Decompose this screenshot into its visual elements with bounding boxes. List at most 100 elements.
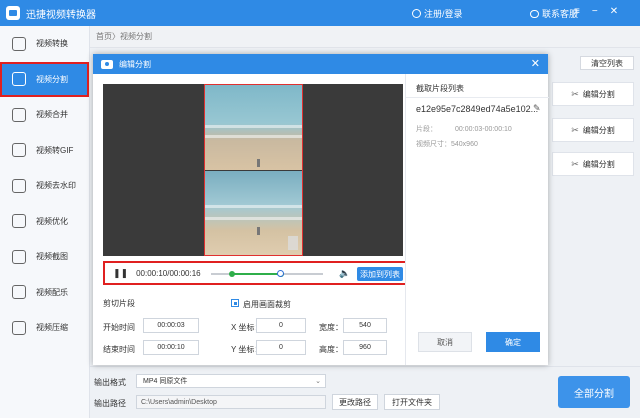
scissors-icon: ✂ xyxy=(571,124,579,135)
edit-split-label: 编辑分割 xyxy=(582,89,615,99)
start-time-label: 开始时间 xyxy=(103,323,135,332)
login-link[interactable]: 注册/登录 xyxy=(412,7,463,20)
crop-enable-checkbox[interactable] xyxy=(231,299,239,307)
clip-list-panel: 截取片段列表 e12e95e7c2849ed74a5e102... ✎ 片段： 0… xyxy=(405,74,549,365)
minimize-icon[interactable]: − xyxy=(592,6,598,17)
sidebar-item-label: 视频截图 xyxy=(36,252,68,262)
playhead-handle[interactable] xyxy=(277,270,284,277)
x-coord-input[interactable]: 0 xyxy=(256,318,306,333)
confirm-button[interactable]: 确定 xyxy=(486,332,540,352)
split-all-label: 全部分割 xyxy=(574,388,614,400)
width-label: 宽度： xyxy=(319,323,343,332)
pause-icon[interactable]: ❚❚ xyxy=(113,268,128,279)
open-folder-button[interactable]: 打开文件夹 xyxy=(384,394,440,410)
sidebar-item-label: 视频分割 xyxy=(36,74,68,84)
start-time-value: 00:00:03 xyxy=(157,322,185,329)
clear-list-label: 清空列表 xyxy=(591,58,623,68)
clear-list-button[interactable]: 清空列表 xyxy=(580,56,634,70)
x-coord-value: 0 xyxy=(279,322,283,329)
sidebar-item-video-optimize[interactable]: 视频优化 xyxy=(0,204,89,240)
blurred-watermark xyxy=(288,236,298,250)
music-icon xyxy=(12,285,26,300)
clip-file-name: e12e95e7c2849ed74a5e102... xyxy=(416,104,539,114)
login-label: 注册/登录 xyxy=(424,9,463,19)
app-title: 迅捷视频转换器 xyxy=(26,9,96,21)
breadcrumb-text: 首页〉视频分割 xyxy=(96,32,152,41)
sidebar-item-remove-watermark[interactable]: 视频去水印 xyxy=(0,168,89,204)
crop-region[interactable] xyxy=(204,84,303,256)
dialog-title: 编辑分割 xyxy=(119,59,151,69)
clip-section-title: 剪切片段 xyxy=(103,299,135,308)
video-preview xyxy=(103,84,403,256)
contact-support-link[interactable]: 联系客服 xyxy=(530,7,578,20)
start-handle[interactable] xyxy=(229,271,235,277)
sidebar-item-video-split[interactable]: 视频分割 xyxy=(0,61,89,97)
path-value: C:\Users\admin\Desktop xyxy=(141,398,217,406)
pencil-icon[interactable]: ✎ xyxy=(533,103,541,114)
close-icon[interactable]: ✕ xyxy=(531,57,540,70)
divider xyxy=(406,97,549,98)
video-split-icon xyxy=(12,72,26,87)
sidebar-item-label: 视频转换 xyxy=(36,39,68,49)
time-display: 00:00:10/00:00:16 xyxy=(136,268,201,278)
app-logo-icon xyxy=(6,6,20,20)
scissors-icon: ✂ xyxy=(571,158,579,169)
height-value: 960 xyxy=(359,344,371,351)
optimize-icon xyxy=(12,214,26,229)
change-path-button[interactable]: 更改路径 xyxy=(332,394,378,410)
confirm-label: 确定 xyxy=(505,337,521,347)
output-format-label: 输出格式 xyxy=(94,378,126,387)
dialog-header: 编辑分割 ✕ xyxy=(93,54,548,74)
cancel-label: 取消 xyxy=(437,337,453,347)
chat-icon xyxy=(530,9,539,18)
output-path-label: 输出路径 xyxy=(94,399,126,408)
sidebar-item-video-screenshot[interactable]: 视频截图 xyxy=(0,239,89,275)
volume-icon[interactable]: 🔈 xyxy=(339,268,350,279)
menu-icon[interactable]: ≡ xyxy=(574,6,580,17)
sidebar-item-video-music[interactable]: 视频配乐 xyxy=(0,275,89,311)
sidebar-item-label: 视频优化 xyxy=(36,216,68,226)
y-coord-input[interactable]: 0 xyxy=(256,340,306,355)
gif-icon xyxy=(12,143,26,158)
contact-label: 联系客服 xyxy=(542,9,579,19)
height-label: 高度： xyxy=(319,345,343,354)
playback-controls: ❚❚ 00:00:10/00:00:16 🔈 添加到列表 xyxy=(103,261,409,285)
add-to-list-button[interactable]: 添加到列表 xyxy=(357,267,403,281)
width-input[interactable]: 540 xyxy=(343,318,387,333)
change-path-label: 更改路径 xyxy=(339,397,371,407)
crop-enable-label: 启用画面裁剪 xyxy=(243,300,291,309)
end-time-input[interactable]: 00:00:10 xyxy=(143,340,199,355)
breadcrumb: 首页〉视频分割 xyxy=(90,26,640,48)
height-input[interactable]: 960 xyxy=(343,340,387,355)
screenshot-icon xyxy=(12,249,26,264)
clip-segment-label: 片段： xyxy=(416,126,437,133)
output-settings-bar: 输出格式 MP4 同原文件 ⌄ 输出路径 C:\Users\admin\Deskt… xyxy=(90,366,640,418)
split-all-button[interactable]: 全部分割 xyxy=(558,376,630,408)
open-folder-label: 打开文件夹 xyxy=(392,397,432,407)
cancel-button[interactable]: 取消 xyxy=(418,332,472,352)
window-controls: ≡ − ✕ xyxy=(574,6,618,17)
output-format-select[interactable]: MP4 同原文件 ⌄ xyxy=(136,374,326,388)
scissors-icon: ✂ xyxy=(571,88,579,99)
sidebar-item-video-convert[interactable]: 视频转换 xyxy=(0,26,89,62)
video-frame xyxy=(205,85,302,170)
output-path-field[interactable]: C:\Users\admin\Desktop xyxy=(136,395,326,409)
wave-line xyxy=(205,205,302,208)
edit-split-button[interactable]: ✂ 编辑分割 xyxy=(552,82,634,106)
close-window-icon[interactable]: ✕ xyxy=(610,6,618,17)
watermark-icon xyxy=(12,178,26,193)
edit-split-button[interactable]: ✂ 编辑分割 xyxy=(552,152,634,176)
clip-segment-value: 00:00:03-00:00:10 xyxy=(455,126,512,133)
compress-icon xyxy=(12,320,26,335)
sidebar-item-label: 视频转GIF xyxy=(36,145,74,155)
sidebar-item-video-gif[interactable]: 视频转GIF xyxy=(0,133,89,169)
start-time-input[interactable]: 00:00:03 xyxy=(143,318,199,333)
timeline-slider[interactable] xyxy=(211,270,323,277)
end-time-label: 结束时间 xyxy=(103,345,135,354)
sidebar-item-video-compress[interactable]: 视频压缩 xyxy=(0,310,89,346)
sidebar-item-label: 视频合并 xyxy=(36,110,68,120)
edit-split-label: 编辑分割 xyxy=(582,125,615,135)
edit-split-button[interactable]: ✂ 编辑分割 xyxy=(552,118,634,142)
clip-segment: 片段： 00:00:03-00:00:10 xyxy=(416,124,512,134)
sidebar-item-video-merge[interactable]: 视频合并 xyxy=(0,97,89,133)
